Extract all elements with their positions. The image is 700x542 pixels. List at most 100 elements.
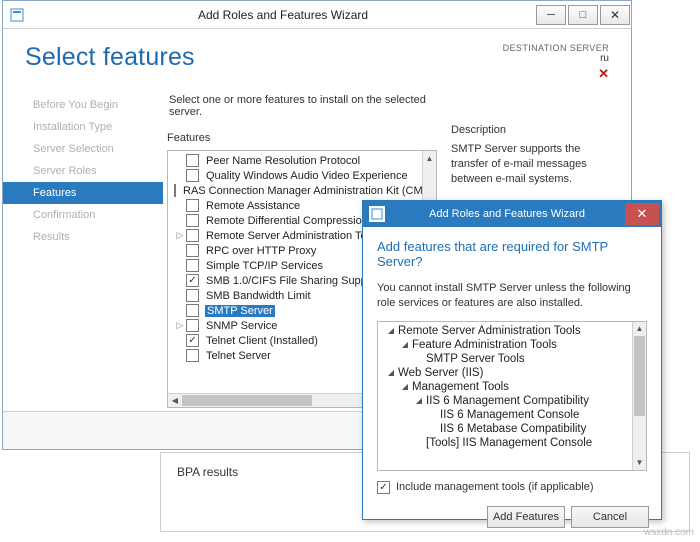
tree-node[interactable]: ◢Web Server (IIS) xyxy=(382,366,628,380)
wizard-nav: Before You BeginInstallation TypeServer … xyxy=(3,90,163,428)
destination-label: DESTINATION SERVER xyxy=(503,43,609,53)
cancel-button[interactable]: Cancel xyxy=(571,506,649,528)
feature-label: Peer Name Resolution Protocol xyxy=(205,155,361,167)
feature-checkbox[interactable] xyxy=(186,154,199,167)
feature-label: Simple TCP/IP Services xyxy=(205,260,324,272)
tree-vertical-scrollbar[interactable]: ▲ ▼ xyxy=(632,322,646,470)
include-tools-checkbox[interactable]: Include management tools (if applicable) xyxy=(377,481,647,494)
nav-step-confirmation[interactable]: Confirmation xyxy=(3,204,163,226)
tree-caret-icon[interactable]: ◢ xyxy=(386,368,396,377)
dialog-titlebar: Add Roles and Features Wizard ✕ xyxy=(363,201,661,227)
feature-label: SMB 1.0/CIFS File Sharing Support xyxy=(205,275,381,287)
dialog-heading: Add features that are required for SMTP … xyxy=(377,239,647,269)
tree-caret-icon[interactable]: ◢ xyxy=(400,340,410,349)
tree-node[interactable]: ◢Remote Server Administration Tools xyxy=(382,324,628,338)
tree-node[interactable]: ◢IIS 6 Management Compatibility xyxy=(382,394,628,408)
checkbox-icon xyxy=(377,481,390,494)
feature-label: Telnet Server xyxy=(205,350,272,362)
nav-step-installation-type[interactable]: Installation Type xyxy=(3,116,163,138)
include-tools-label: Include management tools (if applicable) xyxy=(396,481,594,493)
feature-label: Telnet Client (Installed) xyxy=(205,335,319,347)
nav-step-before-you-begin[interactable]: Before You Begin xyxy=(3,94,163,116)
scroll-up-icon[interactable]: ▲ xyxy=(633,322,646,336)
tree-node-label: Feature Administration Tools xyxy=(412,339,557,351)
tree-node-label: IIS 6 Metabase Compatibility xyxy=(440,423,586,435)
tree-node-label: SMTP Server Tools xyxy=(426,353,525,365)
feature-checkbox[interactable] xyxy=(186,244,199,257)
page-title: Select features xyxy=(25,43,195,72)
tree-node[interactable]: [Tools] IIS Management Console xyxy=(382,436,628,450)
feature-label: SMB Bandwidth Limit xyxy=(205,290,312,302)
dialog-close-button[interactable]: ✕ xyxy=(625,203,659,225)
tree-node-label: [Tools] IIS Management Console xyxy=(426,437,592,449)
feature-label: Remote Assistance xyxy=(205,200,301,212)
description-text: SMTP Server supports the transfer of e-m… xyxy=(451,142,619,187)
maximize-button[interactable]: □ xyxy=(568,5,598,25)
nav-step-server-selection[interactable]: Server Selection xyxy=(3,138,163,160)
watermark: wsxdn.com xyxy=(644,527,694,538)
feature-label: Remote Differential Compression xyxy=(205,215,369,227)
feature-label: RAS Connection Manager Administration Ki… xyxy=(182,185,422,197)
destination-value: ru xyxy=(503,53,609,64)
nav-step-results[interactable]: Results xyxy=(3,226,163,248)
feature-row[interactable]: Peer Name Resolution Protocol xyxy=(168,153,422,168)
header-zone: Select features DESTINATION SERVER ru ✕ xyxy=(3,29,631,90)
tree-node[interactable]: SMTP Server Tools xyxy=(382,352,628,366)
features-heading: Features xyxy=(167,132,437,144)
feature-checkbox[interactable] xyxy=(186,199,199,212)
expand-icon[interactable]: ▷ xyxy=(174,230,186,241)
feature-checkbox[interactable] xyxy=(186,304,199,317)
expand-icon[interactable]: ▷ xyxy=(174,320,186,331)
app-icon xyxy=(369,206,385,222)
nav-step-features[interactable]: Features xyxy=(3,182,163,204)
feature-label: Remote Server Administration Tool xyxy=(205,230,376,242)
feature-checkbox[interactable] xyxy=(186,214,199,227)
feature-label: Quality Windows Audio Video Experience xyxy=(205,170,409,182)
minimize-button[interactable]: ─ xyxy=(536,5,566,25)
tree-node-label: Web Server (IIS) xyxy=(398,367,483,379)
tree-node[interactable]: IIS 6 Management Console xyxy=(382,408,628,422)
close-button[interactable]: ✕ xyxy=(600,5,630,25)
feature-checkbox[interactable] xyxy=(186,289,199,302)
scroll-down-icon[interactable]: ▼ xyxy=(633,456,646,470)
description-heading: Description xyxy=(451,124,619,136)
feature-checkbox[interactable] xyxy=(186,319,199,332)
window-title: Add Roles and Features Wizard xyxy=(31,8,535,22)
add-features-button[interactable]: Add Features xyxy=(487,506,565,528)
nav-step-server-roles[interactable]: Server Roles xyxy=(3,160,163,182)
tree-node-label: Remote Server Administration Tools xyxy=(398,325,581,337)
feature-label: SMTP Server xyxy=(205,305,275,317)
tree-caret-icon[interactable]: ◢ xyxy=(386,326,396,335)
destination-server-block: DESTINATION SERVER ru ✕ xyxy=(503,43,609,82)
feature-checkbox[interactable] xyxy=(174,184,176,197)
tree-caret-icon[interactable]: ◢ xyxy=(400,382,410,391)
tree-node[interactable]: ◢Feature Administration Tools xyxy=(382,338,628,352)
tree-node-label: IIS 6 Management Console xyxy=(440,409,579,421)
app-icon xyxy=(9,7,25,23)
scroll-left-icon[interactable]: ◀ xyxy=(168,394,182,407)
tree-node-label: Management Tools xyxy=(412,381,509,393)
feature-label: SNMP Service xyxy=(205,320,278,332)
scroll-thumb[interactable] xyxy=(182,395,312,406)
feature-row[interactable]: RAS Connection Manager Administration Ki… xyxy=(168,183,422,198)
tree-node[interactable]: IIS 6 Metabase Compatibility xyxy=(382,422,628,436)
titlebar: Add Roles and Features Wizard ─ □ ✕ xyxy=(3,1,631,29)
scroll-thumb[interactable] xyxy=(634,336,645,416)
feature-checkbox[interactable] xyxy=(186,334,199,347)
feature-checkbox[interactable] xyxy=(186,229,199,242)
dialog-message: You cannot install SMTP Server unless th… xyxy=(377,281,647,311)
feature-checkbox[interactable] xyxy=(186,259,199,272)
feature-checkbox[interactable] xyxy=(186,169,199,182)
feature-checkbox[interactable] xyxy=(186,349,199,362)
tree-node-label: IIS 6 Management Compatibility xyxy=(426,395,589,407)
scroll-up-icon[interactable]: ▲ xyxy=(423,151,436,165)
tree-node[interactable]: ◢Management Tools xyxy=(382,380,628,394)
feature-label: RPC over HTTP Proxy xyxy=(205,245,317,257)
tree-caret-icon[interactable]: ◢ xyxy=(414,396,424,405)
feature-row[interactable]: Quality Windows Audio Video Experience xyxy=(168,168,422,183)
dialog-title: Add Roles and Features Wizard xyxy=(391,208,623,220)
required-features-tree[interactable]: ◢Remote Server Administration Tools◢Feat… xyxy=(377,321,647,471)
required-features-dialog: Add Roles and Features Wizard ✕ Add feat… xyxy=(362,200,662,520)
destination-error-icon: ✕ xyxy=(503,66,609,82)
feature-checkbox[interactable] xyxy=(186,274,199,287)
